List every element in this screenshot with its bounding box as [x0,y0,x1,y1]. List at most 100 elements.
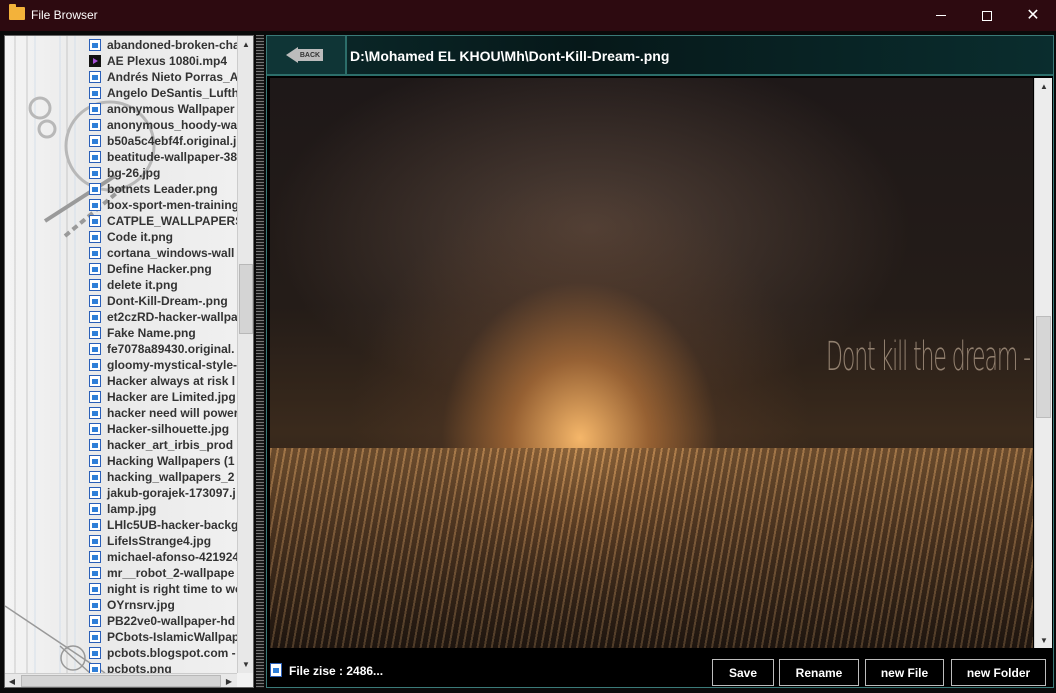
list-item[interactable]: CATPLE_WALLPAPERS [89,213,237,229]
list-item[interactable]: fe7078a89430.original. [89,341,237,357]
viewer-header: BACK D:\Mohamed EL KHOU\Mh\Dont-Kill-Dre… [267,36,1053,76]
file-list-vertical-scrollbar[interactable]: ▲ ▼ [237,36,253,673]
list-item-label: Hacker always at risk l [107,374,236,388]
list-item-label: pcbots.blogspot.com - [107,646,236,660]
list-item[interactable]: Dont-Kill-Dream-.png [89,293,237,309]
image-file-icon [270,663,282,677]
file-list-pane: abandoned-broken-cha AE Plexus 1080i.mp4 A… [4,35,254,688]
list-item-label: LifeIsStrange4.jpg [107,534,212,548]
list-item[interactable]: Hacker always at risk l [89,373,237,389]
pane-splitter[interactable] [256,35,264,688]
list-item[interactable]: Fake Name.png [89,325,237,341]
scroll-up-arrow-icon[interactable]: ▲ [238,36,253,52]
file-size-status: File zise : 2486... [289,664,384,678]
list-item[interactable]: bg-26.jpg [89,165,237,181]
list-item[interactable]: OYrnsrv.jpg [89,597,237,613]
list-item[interactable]: night is right time to wo [89,581,237,597]
list-item[interactable]: botnets Leader.png [89,181,237,197]
list-item-label: jakub-gorajek-173097.j [107,486,236,500]
list-item[interactable]: et2czRD-hacker-wallpa [89,309,237,325]
image-file-icon [89,535,101,547]
list-item-label: lamp.jpg [107,502,157,516]
list-item[interactable]: Andrés Nieto Porras_A [89,69,237,85]
list-item[interactable]: Code it.png [89,229,237,245]
list-item-label: CATPLE_WALLPAPERS [107,214,237,228]
list-item[interactable]: pcbots.blogspot.com - [89,645,237,661]
save-button[interactable]: Save [712,659,774,686]
image-file-icon [89,167,101,179]
folder-icon [9,4,25,20]
list-item[interactable]: PCbots-IslamicWallpap [89,629,237,645]
list-item[interactable]: Hacker-silhouette.jpg [89,421,237,437]
list-item-label: LHlc5UB-hacker-backg [107,518,237,532]
list-item[interactable]: LHlc5UB-hacker-backg [89,517,237,533]
image-file-icon [89,39,101,51]
list-item-label: mr__robot_2-wallpape [107,566,235,580]
image-file-icon [89,663,101,673]
rename-button[interactable]: Rename [779,659,859,686]
viewer-vertical-scrollbar[interactable]: ▲ ▼ [1034,78,1052,648]
image-file-icon [89,583,101,595]
list-item-label: PCbots-IslamicWallpap [107,630,237,644]
list-item-label: Angelo DeSantis_Lufth [107,86,237,100]
image-file-icon [89,631,101,643]
maximize-button[interactable] [964,0,1010,31]
list-item[interactable]: michael-afonso-421924 [89,549,237,565]
list-item[interactable]: Define Hacker.png [89,261,237,277]
viewer-scroll-thumb[interactable] [1036,316,1051,418]
list-item[interactable]: pcbots.png [89,661,237,673]
new-folder-button[interactable]: new Folder [951,659,1046,686]
list-item[interactable]: jakub-gorajek-173097.j [89,485,237,501]
back-arrow-icon: BACK [286,46,326,64]
list-item[interactable]: hacker_art_irbis_prod [89,437,237,453]
file-list-horizontal-scrollbar[interactable]: ◀ ▶ [5,673,237,687]
image-preview: Dont kill the dream - execute [270,78,1033,648]
list-item[interactable]: LifeIsStrange4.jpg [89,533,237,549]
list-item[interactable]: Hacking Wallpapers (1 [89,453,237,469]
close-button[interactable]: ✕ [1010,0,1056,31]
image-file-icon [89,567,101,579]
scroll-right-arrow-icon[interactable]: ▶ [222,674,236,687]
list-item[interactable]: gloomy-mystical-style- [89,357,237,373]
list-item[interactable]: anonymous_hoody-wa [89,117,237,133]
list-item[interactable]: mr__robot_2-wallpape [89,565,237,581]
list-item[interactable]: box-sport-men-training [89,197,237,213]
image-file-icon [89,71,101,83]
list-item-label: botnets Leader.png [107,182,218,196]
list-item[interactable]: Angelo DeSantis_Lufth [89,85,237,101]
minimize-button[interactable] [918,0,964,31]
scroll-down-arrow-icon[interactable]: ▼ [238,656,253,672]
list-item[interactable]: hacker need will power [89,405,237,421]
list-item[interactable]: b50a5c4ebf4f.original.j [89,133,237,149]
viewer-scroll-up-icon[interactable]: ▲ [1035,78,1053,94]
image-file-icon [89,375,101,387]
list-item[interactable]: anonymous Wallpaper [89,101,237,117]
list-item[interactable]: lamp.jpg [89,501,237,517]
list-item[interactable]: delete it.png [89,277,237,293]
image-file-icon [89,423,101,435]
list-item[interactable]: AE Plexus 1080i.mp4 [89,53,237,69]
viewer-scroll-down-icon[interactable]: ▼ [1035,632,1053,648]
image-file-icon [89,359,101,371]
back-button[interactable]: BACK [267,36,347,74]
image-file-icon [89,519,101,531]
image-file-icon [89,471,101,483]
horizontal-scroll-thumb[interactable] [21,675,221,687]
list-item[interactable]: beatitude-wallpaper-38 [89,149,237,165]
image-overlay-text: Dont kill the dream - execute [826,334,1033,380]
list-item-label: et2czRD-hacker-wallpa [107,310,237,324]
list-item[interactable]: cortana_windows-wall [89,245,237,261]
image-file-icon [89,135,101,147]
new-file-button[interactable]: new File [865,659,944,686]
close-icon: ✕ [1026,6,1040,24]
list-item[interactable]: PB22ve0-wallpaper-hd [89,613,237,629]
scroll-thumb[interactable] [239,264,253,334]
list-item[interactable]: Hacker are Limited.jpg [89,389,237,405]
list-item[interactable]: abandoned-broken-cha [89,37,237,53]
file-list[interactable]: abandoned-broken-cha AE Plexus 1080i.mp4 A… [89,37,237,673]
list-item[interactable]: hacking_wallpapers_2 [89,469,237,485]
list-item-label: OYrnsrv.jpg [107,598,175,612]
list-item-label: beatitude-wallpaper-38 [107,150,237,164]
scroll-left-arrow-icon[interactable]: ◀ [5,674,19,687]
list-item-label: hacking_wallpapers_2 [107,470,235,484]
